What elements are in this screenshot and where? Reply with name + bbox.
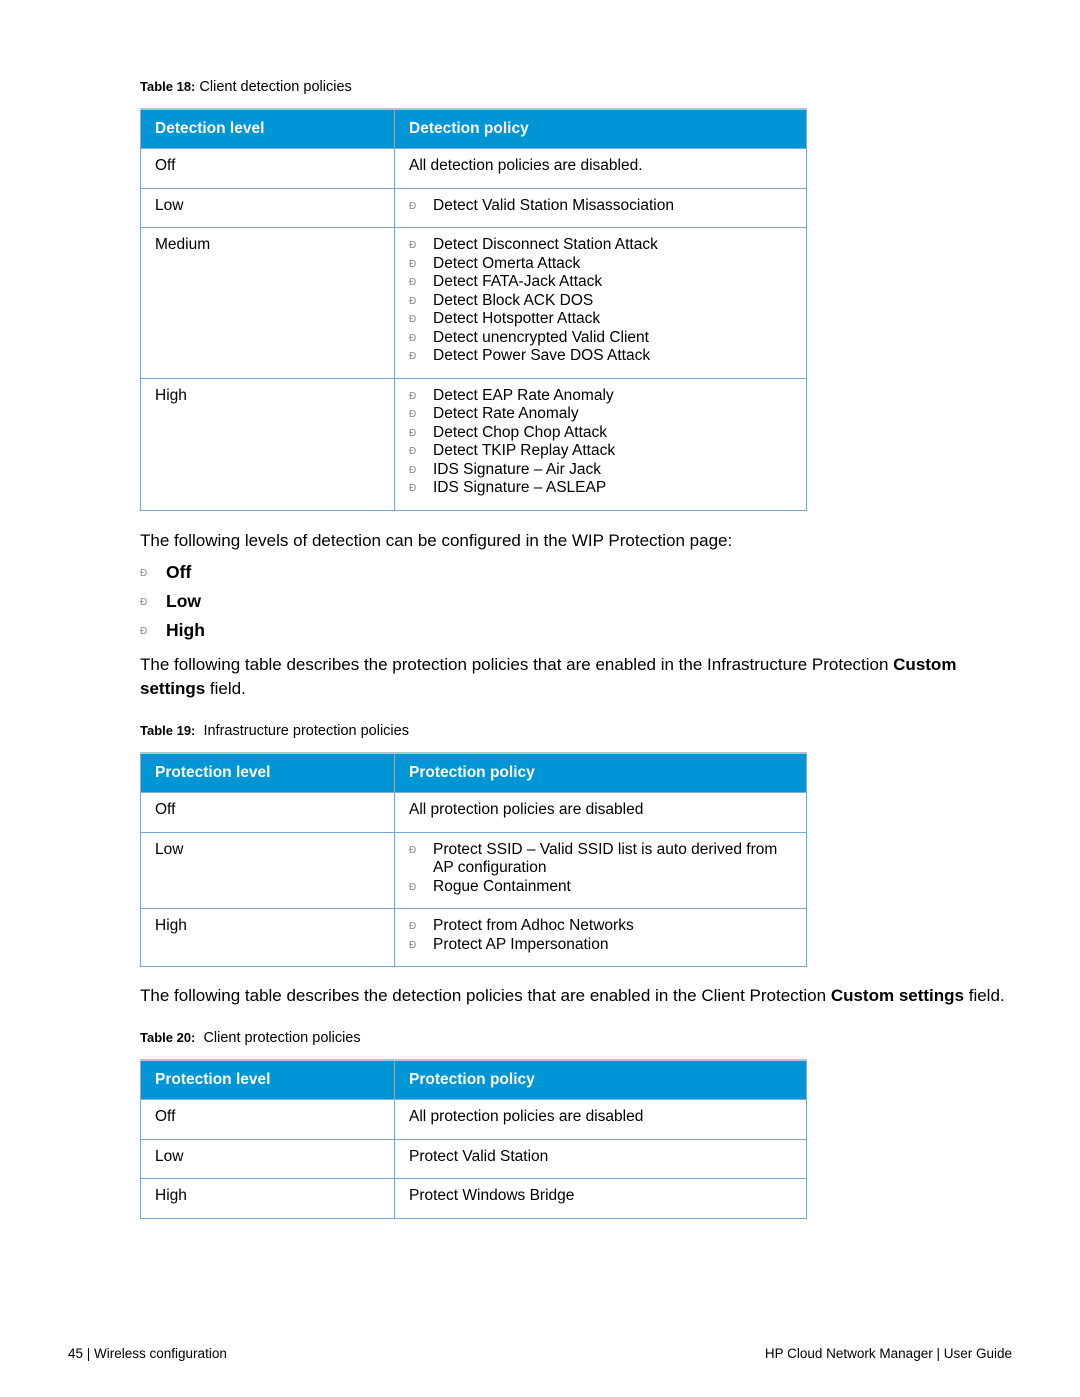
- table-row: Low Detect Valid Station Misassociation: [140, 187, 807, 228]
- policy-cell: Protect Windows Bridge: [394, 1178, 807, 1219]
- infrastructure-protection-policies-table: Protection level Protection policy Off A…: [140, 752, 807, 967]
- levels-intro-paragraph: The following levels of detection can be…: [140, 531, 733, 550]
- column-header-detection-policy: Detection policy: [394, 108, 807, 149]
- list-item: Protect SSID – Valid SSID list is auto d…: [409, 841, 792, 878]
- footer-page-section: 45 | Wireless configuration: [68, 1346, 227, 1361]
- level-cell: Off: [140, 792, 395, 833]
- list-item: Detect TKIP Replay Attack: [409, 442, 792, 461]
- column-header-detection-level: Detection level: [140, 108, 395, 149]
- level-cell: Off: [140, 148, 395, 189]
- column-header-protection-level: Protection level: [140, 1059, 395, 1100]
- table-row: Off All detection policies are disabled.: [140, 148, 807, 189]
- level-cell: Medium: [140, 227, 395, 379]
- policy-cell: Protect from Adhoc Networks Protect AP I…: [394, 908, 807, 967]
- level-cell: Low: [140, 1138, 395, 1179]
- table-row: Off All protection policies are disabled: [140, 1099, 807, 1140]
- policy-cell: Protect Valid Station: [394, 1138, 807, 1179]
- client-intro-paragraph: The following table describes the detect…: [140, 986, 1005, 1005]
- list-item: Detect Chop Chop Attack: [409, 424, 792, 443]
- table-row: High Detect EAP Rate Anomaly Detect Rate…: [140, 377, 807, 511]
- policy-cell: All detection policies are disabled.: [394, 148, 807, 189]
- bullet-icon: Ð: [140, 596, 148, 608]
- client-detection-policies-table: Detection level Detection policy Off All…: [140, 108, 807, 511]
- column-header-protection-policy: Protection policy: [394, 1059, 807, 1100]
- table-row: Low Protect SSID – Valid SSID list is au…: [140, 831, 807, 909]
- client-protection-policies-table: Protection level Protection policy Off A…: [140, 1059, 807, 1219]
- policy-cell: All protection policies are disabled: [394, 1099, 807, 1140]
- level-cell: Off: [140, 1099, 395, 1140]
- level-item-low: Ð Low: [140, 591, 201, 611]
- list-item: Detect Rate Anomaly: [409, 405, 792, 424]
- level-item-off: Ð Off: [140, 562, 192, 582]
- table-18-caption: Table 18: Client detection policies: [140, 79, 352, 95]
- policy-cell: Detect Disconnect Station Attack Detect …: [394, 227, 807, 379]
- list-item: Detect Valid Station Misassociation: [409, 197, 792, 216]
- policy-cell: All protection policies are disabled: [394, 792, 807, 833]
- level-cell: High: [140, 377, 395, 511]
- list-item: Rogue Containment: [409, 878, 792, 897]
- list-item: Detect FATA-Jack Attack: [409, 273, 792, 292]
- level-item-high: Ð High: [140, 620, 205, 640]
- list-item: Protect AP Impersonation: [409, 936, 792, 955]
- table-row: High Protect Windows Bridge: [140, 1178, 807, 1219]
- column-header-protection-policy: Protection policy: [394, 752, 807, 793]
- bullet-icon: Ð: [140, 625, 148, 637]
- bullet-icon: Ð: [140, 567, 148, 579]
- level-cell: High: [140, 908, 395, 967]
- policy-cell: Detect EAP Rate Anomaly Detect Rate Anom…: [394, 377, 807, 511]
- list-item: IDS Signature – Air Jack: [409, 461, 792, 480]
- policy-cell: Protect SSID – Valid SSID list is auto d…: [394, 831, 807, 909]
- level-cell: Low: [140, 187, 395, 228]
- list-item: Detect Block ACK DOS: [409, 292, 792, 311]
- table-row: Off All protection policies are disabled: [140, 792, 807, 833]
- level-cell: Low: [140, 831, 395, 909]
- list-item: IDS Signature – ASLEAP: [409, 479, 792, 498]
- list-item: Detect EAP Rate Anomaly: [409, 387, 792, 406]
- table-19-caption: Table 19: Infrastructure protection poli…: [140, 723, 409, 739]
- list-item: Detect unencrypted Valid Client: [409, 329, 792, 348]
- table-row: Low Protect Valid Station: [140, 1138, 807, 1179]
- list-item: Detect Hotspotter Attack: [409, 310, 792, 329]
- policy-cell: Detect Valid Station Misassociation: [394, 187, 807, 228]
- table-row: High Protect from Adhoc Networks Protect…: [140, 908, 807, 967]
- table-row: Medium Detect Disconnect Station Attack …: [140, 227, 807, 379]
- table-20-caption: Table 20: Client protection policies: [140, 1030, 361, 1046]
- footer-document-title: HP Cloud Network Manager | User Guide: [764, 1346, 1012, 1361]
- infrastructure-intro-paragraph: The following table describes the protec…: [140, 655, 957, 698]
- list-item: Protect from Adhoc Networks: [409, 917, 792, 936]
- list-item: Detect Disconnect Station Attack: [409, 236, 792, 255]
- list-item: Detect Omerta Attack: [409, 255, 792, 274]
- level-cell: High: [140, 1178, 395, 1219]
- list-item: Detect Power Save DOS Attack: [409, 347, 792, 366]
- column-header-protection-level: Protection level: [140, 752, 395, 793]
